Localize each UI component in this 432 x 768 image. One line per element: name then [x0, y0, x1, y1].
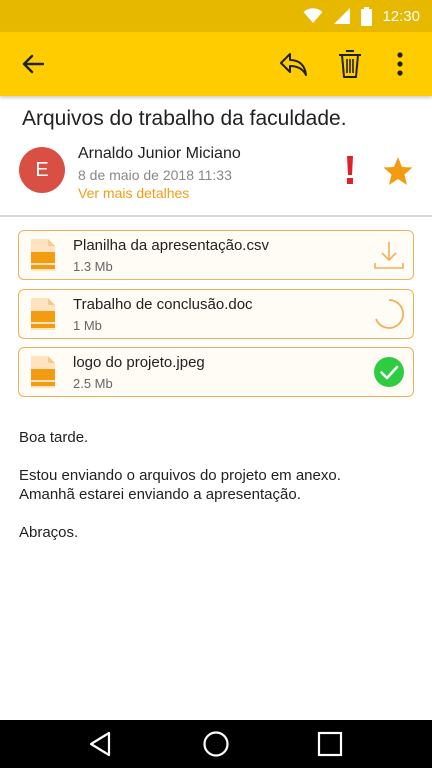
attachment-item[interactable]: logo do projeto.jpeg 2.5 Mb [18, 347, 414, 397]
trash-icon [339, 50, 361, 78]
check-circle-icon [374, 357, 404, 387]
status-bar: 12:30 [0, 0, 432, 32]
exclamation-icon[interactable] [343, 154, 357, 186]
nav-back-button[interactable] [84, 728, 116, 760]
attachment-size: 2.5 Mb [73, 376, 113, 391]
app-bar [0, 32, 432, 96]
back-button[interactable] [13, 44, 53, 84]
file-icon [31, 356, 55, 388]
home-circle-icon [203, 731, 229, 757]
divider [0, 215, 432, 217]
attachment-name: Planilha da apresentação.csv [73, 237, 269, 254]
sender-row: E Arnaldo Junior Miciano 8 de maio de 20… [0, 138, 432, 214]
nav-home-button[interactable] [200, 728, 232, 760]
avatar[interactable]: E [19, 147, 65, 193]
email-body: Boa tarde. Estou enviando o arquivos do … [19, 428, 419, 542]
file-icon [31, 239, 55, 271]
body-line: Amanhã estarei enviando a apresentação. [19, 486, 301, 503]
body-line: Estou enviando o arquivos do projeto em … [19, 467, 341, 484]
recents-square-icon [317, 731, 343, 757]
attachment-size: 1 Mb [73, 318, 102, 333]
status-time: 12:30 [382, 7, 420, 25]
reply-button[interactable] [273, 44, 313, 84]
attachment-size: 1.3 Mb [73, 259, 113, 274]
attachment-item[interactable]: Planilha da apresentação.csv 1.3 Mb [18, 230, 414, 280]
sender-date: 8 de maio de 2018 11:33 [78, 167, 232, 183]
reply-icon [280, 53, 307, 76]
download-icon[interactable] [373, 239, 405, 271]
attachment-item[interactable]: Trabalho de conclusão.doc 1 Mb [18, 289, 414, 339]
delete-button[interactable] [330, 44, 370, 84]
wifi-icon [303, 8, 323, 23]
attachment-name: Trabalho de conclusão.doc [73, 296, 253, 313]
back-arrow-icon [22, 54, 44, 74]
nav-recents-button[interactable] [314, 728, 346, 760]
body-greeting: Boa tarde. [19, 429, 89, 446]
sender-name: Arnaldo Junior Miciano [78, 145, 241, 162]
body-closing: Abraços. [19, 524, 79, 541]
back-triangle-icon [89, 731, 111, 757]
nav-bar [0, 720, 432, 768]
file-icon [31, 298, 55, 330]
star-icon[interactable] [383, 156, 413, 186]
more-options-button[interactable] [380, 44, 420, 84]
email-subject: Arquivos do trabalho da faculdade. [22, 107, 347, 130]
signal-icon [334, 8, 351, 24]
avatar-letter: E [35, 158, 49, 181]
details-link[interactable]: Ver mais detalhes [78, 185, 189, 201]
battery-icon [361, 6, 373, 26]
status-icons: 12:30 [303, 6, 420, 26]
loading-spinner-icon [375, 299, 404, 329]
attachment-name: logo do projeto.jpeg [73, 354, 205, 371]
more-vert-icon [397, 52, 403, 76]
